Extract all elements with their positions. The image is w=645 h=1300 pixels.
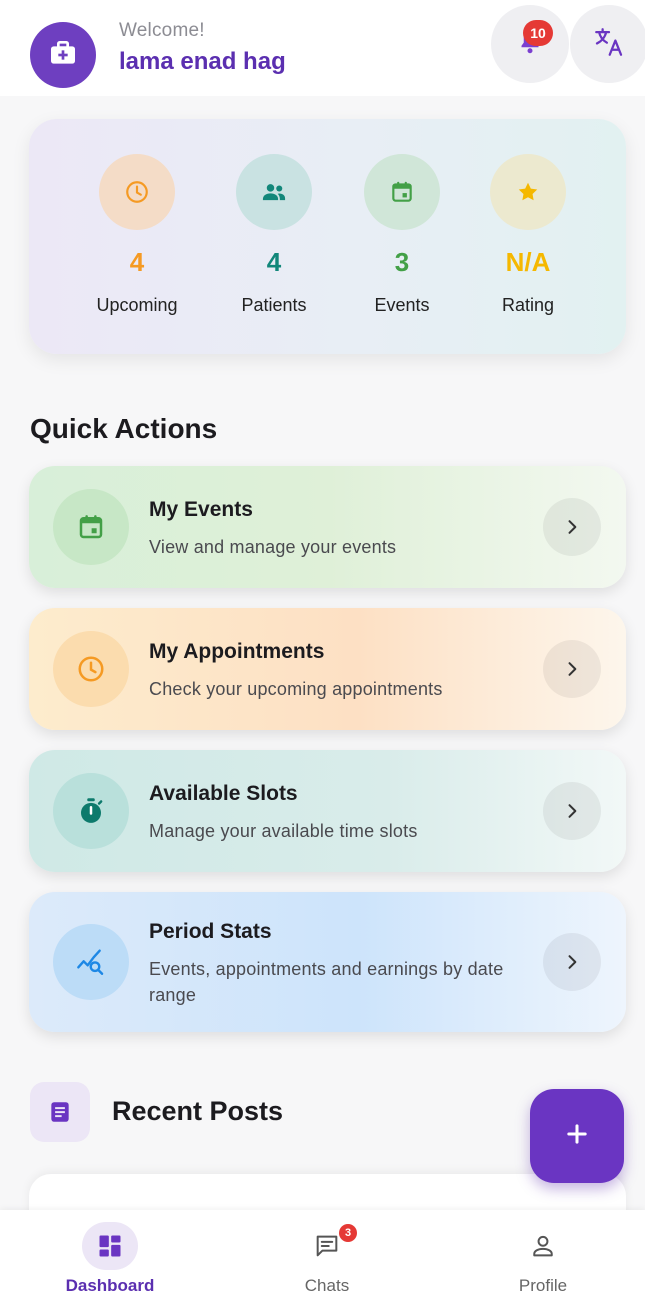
- action-title: My Appointments: [149, 640, 325, 663]
- clock-icon: [53, 631, 129, 707]
- action-subtitle: Manage your available time slots: [149, 821, 418, 841]
- stats-card: 4 Upcoming 4 Patients 3 Events N/A Ratin…: [29, 119, 626, 354]
- nav-dashboard[interactable]: Dashboard: [30, 1210, 190, 1300]
- clock-icon: [99, 154, 175, 230]
- calendar-icon: [53, 489, 129, 565]
- medical-kit-icon: [47, 37, 79, 74]
- avatar[interactable]: [30, 22, 96, 88]
- dashboard-icon: [82, 1222, 138, 1270]
- nav-label: Chats: [304, 1276, 350, 1295]
- translate-icon: [592, 25, 626, 64]
- action-subtitle: Check your upcoming appointments: [149, 679, 443, 699]
- star-icon: [490, 154, 566, 230]
- stat-value: 4: [266, 247, 282, 277]
- stopwatch-icon: [53, 773, 129, 849]
- chevron-right-icon[interactable]: [543, 498, 601, 556]
- stat-value: 4: [129, 247, 145, 277]
- nav-label: Profile: [518, 1276, 568, 1295]
- user-name: lama enad hag: [119, 48, 286, 75]
- my-appointments-card[interactable]: My Appointments Check your upcoming appo…: [29, 608, 626, 730]
- stat-rating[interactable]: N/A Rating: [463, 119, 593, 354]
- recent-posts-title: Recent Posts: [112, 1096, 284, 1126]
- language-button[interactable]: [570, 5, 645, 83]
- people-icon: [236, 154, 312, 230]
- calendar-icon: [364, 154, 440, 230]
- add-post-button[interactable]: [530, 1089, 624, 1183]
- quick-actions-title: Quick Actions: [30, 413, 218, 444]
- welcome-text: Welcome!: [119, 20, 205, 41]
- bottom-navigation: Dashboard 3 Chats Profile: [0, 1210, 645, 1300]
- app-header: Welcome! lama enad hag 10: [0, 0, 645, 96]
- chat-badge: 3: [339, 1224, 357, 1242]
- nav-chats[interactable]: 3 Chats: [247, 1210, 407, 1300]
- stat-label: Rating: [501, 295, 555, 315]
- nav-profile[interactable]: Profile: [463, 1210, 623, 1300]
- action-title: Available Slots: [149, 782, 298, 805]
- stat-value: 3: [394, 247, 410, 277]
- stat-patients[interactable]: 4 Patients: [209, 119, 339, 354]
- stat-upcoming[interactable]: 4 Upcoming: [72, 119, 202, 354]
- chart-search-icon: [53, 924, 129, 1000]
- action-subtitle: View and manage your events: [149, 537, 397, 557]
- period-stats-card[interactable]: Period Stats Events, appointments and ea…: [29, 892, 626, 1032]
- stat-label: Patients: [241, 295, 307, 315]
- stat-label: Events: [374, 295, 430, 315]
- chevron-right-icon[interactable]: [543, 640, 601, 698]
- article-icon: [30, 1082, 90, 1142]
- notification-badge: 10: [523, 20, 553, 46]
- action-title: My Events: [149, 498, 253, 521]
- nav-label: Dashboard: [65, 1276, 155, 1295]
- chevron-right-icon[interactable]: [543, 933, 601, 991]
- action-title: Period Stats: [149, 920, 272, 943]
- stat-value: N/A: [505, 247, 551, 277]
- plus-icon: [563, 1120, 591, 1153]
- person-icon: [515, 1222, 571, 1270]
- available-slots-card[interactable]: Available Slots Manage your available ti…: [29, 750, 626, 872]
- action-subtitle: Events, appointments and earnings by dat…: [149, 959, 504, 1005]
- stat-events[interactable]: 3 Events: [337, 119, 467, 354]
- my-events-card[interactable]: My Events View and manage your events: [29, 466, 626, 588]
- stat-label: Upcoming: [96, 295, 178, 315]
- chevron-right-icon[interactable]: [543, 782, 601, 840]
